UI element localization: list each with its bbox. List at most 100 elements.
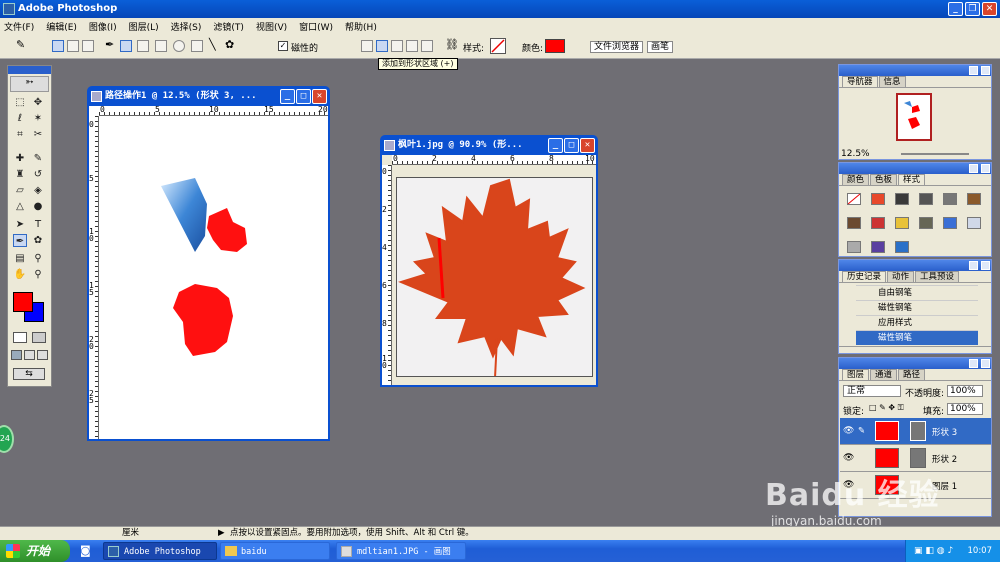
navigator-zoom-slider[interactable] xyxy=(901,153,969,155)
floating-badge[interactable]: 24 xyxy=(0,425,14,453)
tab-paths[interactable]: 路径 xyxy=(898,369,926,380)
healing-brush-icon[interactable]: ✚ xyxy=(13,152,27,165)
red-shape-bottom[interactable] xyxy=(173,284,233,356)
file-browser-tab[interactable]: 文件浏览器 xyxy=(590,41,644,53)
history-brush-icon[interactable]: ↺ xyxy=(31,168,45,181)
pen-icon[interactable]: ✒ xyxy=(105,38,117,51)
tray-icons[interactable]: ▣ ◧ ◍ ♪ xyxy=(914,540,953,562)
style-swatch[interactable] xyxy=(895,193,909,205)
move-tool-icon[interactable]: ✥ xyxy=(31,96,45,109)
shape-layers-button[interactable] xyxy=(52,40,64,52)
panel-minimize-icon[interactable] xyxy=(969,261,978,270)
minimize-button[interactable]: _ xyxy=(948,2,963,16)
rectangle-tool-button[interactable] xyxy=(137,40,149,52)
crop-tool-icon[interactable]: ⌗ xyxy=(13,128,27,141)
hand-tool-icon[interactable]: ✋ xyxy=(13,268,27,281)
history-item-selected[interactable]: 磁性钢笔 xyxy=(856,330,978,345)
style-swatch[interactable] xyxy=(919,193,933,205)
pen-tool-icon[interactable]: ✒ xyxy=(13,234,27,247)
layer-row-shape3[interactable]: 👁 ✎ 形状 3 xyxy=(840,418,991,445)
panel-close-icon[interactable] xyxy=(981,66,990,75)
line-tool-icon[interactable]: ╲ xyxy=(209,38,221,51)
history-panel-header[interactable] xyxy=(839,260,991,271)
taskbar-item-photoshop[interactable]: Adobe Photoshop xyxy=(103,542,217,560)
ellipse-tool-button[interactable] xyxy=(173,40,185,52)
brush-tool-icon[interactable]: ✎ xyxy=(31,152,45,165)
magic-wand-icon[interactable]: ✶ xyxy=(31,112,45,125)
tab-history[interactable]: 历史记录 xyxy=(842,271,887,282)
panel-close-icon[interactable] xyxy=(981,261,990,270)
blend-mode-select[interactable]: 正常 xyxy=(843,385,901,397)
layer-row-shape2[interactable]: 👁 形状 2 xyxy=(840,445,991,472)
style-swatch[interactable] xyxy=(847,217,861,229)
zoom-tool-icon[interactable]: ⚲ xyxy=(31,268,45,281)
doc2-minimize-button[interactable]: _ xyxy=(548,138,563,153)
menu-select[interactable]: 选择(S) xyxy=(171,20,202,33)
navigator-panel-header[interactable] xyxy=(839,65,991,76)
history-item[interactable]: 磁性钢笔 xyxy=(856,300,978,315)
panel-close-icon[interactable] xyxy=(981,164,990,173)
style-swatch[interactable] xyxy=(871,193,885,205)
intersect-shape-area-button[interactable] xyxy=(406,40,418,52)
menu-view[interactable]: 视图(V) xyxy=(256,20,287,33)
subtract-shape-area-button[interactable] xyxy=(391,40,403,52)
add-shape-area-button[interactable] xyxy=(376,40,388,52)
style-picker[interactable] xyxy=(490,38,506,54)
tab-tool-presets[interactable]: 工具预设 xyxy=(915,271,960,282)
style-swatch[interactable] xyxy=(847,241,861,253)
style-swatch[interactable] xyxy=(943,217,957,229)
screen-mode-3-button[interactable] xyxy=(37,350,48,360)
taskbar-item-baidu[interactable]: baidu xyxy=(220,542,330,560)
screen-mode-2-button[interactable] xyxy=(24,350,35,360)
marquee-tool-icon[interactable]: ⬚ xyxy=(13,96,27,109)
eyedropper-icon[interactable]: ⚲ xyxy=(31,252,45,265)
foreground-color-swatch[interactable] xyxy=(13,292,33,312)
stamp-tool-icon[interactable]: ♜ xyxy=(13,168,27,181)
panel-minimize-icon[interactable] xyxy=(969,359,978,368)
history-item[interactable]: 自由钢笔 xyxy=(856,285,978,300)
style-swatch[interactable] xyxy=(871,241,885,253)
panel-close-icon[interactable] xyxy=(981,359,990,368)
opacity-input[interactable]: 100% xyxy=(947,385,983,397)
menu-layer[interactable]: 图层(L) xyxy=(129,20,159,33)
style-swatch[interactable] xyxy=(967,217,981,229)
status-arrow-icon[interactable]: ▶ xyxy=(218,527,225,540)
tab-styles[interactable]: 样式 xyxy=(898,174,926,185)
tab-channels[interactable]: 通道 xyxy=(870,369,898,380)
menu-window[interactable]: 窗口(W) xyxy=(299,20,333,33)
tab-info[interactable]: 信息 xyxy=(878,76,906,87)
brushes-tab[interactable]: 画笔 xyxy=(647,41,674,53)
custom-shape-icon[interactable]: ✿ xyxy=(225,38,237,51)
panel-minimize-icon[interactable] xyxy=(969,66,978,75)
tab-layers[interactable]: 图层 xyxy=(842,369,870,380)
paint-bucket-icon[interactable]: ◈ xyxy=(31,184,45,197)
styles-panel-header[interactable] xyxy=(839,163,991,174)
polygon-tool-button[interactable] xyxy=(191,40,203,52)
panel-minimize-icon[interactable] xyxy=(969,164,978,173)
doc1-minimize-button[interactable]: _ xyxy=(280,89,295,104)
menu-file[interactable]: 文件(F) xyxy=(4,20,34,33)
jump-to-imageready-icon[interactable]: ⇆ xyxy=(13,368,45,380)
lasso-tool-icon[interactable]: ℓ xyxy=(13,112,27,125)
style-swatch[interactable] xyxy=(919,217,933,229)
pen-tool-preset-icon[interactable]: ✎ xyxy=(16,38,28,51)
tab-color[interactable]: 颜色 xyxy=(842,174,870,185)
style-swatch[interactable] xyxy=(895,241,909,253)
menu-edit[interactable]: 编辑(E) xyxy=(46,20,77,33)
style-swatch[interactable] xyxy=(967,193,981,205)
history-item[interactable]: 应用样式 xyxy=(856,315,978,330)
style-swatch[interactable] xyxy=(847,193,861,205)
menu-image[interactable]: 图像(I) xyxy=(89,20,117,33)
quickmask-mode-button[interactable] xyxy=(32,332,46,343)
navigator-zoom[interactable]: 12.5% xyxy=(841,149,870,159)
fill-input[interactable]: 100% xyxy=(947,403,983,415)
eye-icon[interactable]: 👁 xyxy=(843,426,854,436)
start-button[interactable]: 开始 xyxy=(0,540,70,562)
restore-button[interactable]: ❐ xyxy=(965,2,980,16)
doc2-close-button[interactable]: ✕ xyxy=(580,138,595,153)
layer-name[interactable]: 形状 2 xyxy=(932,453,957,465)
style-swatch[interactable] xyxy=(943,193,957,205)
menu-help[interactable]: 帮助(H) xyxy=(345,20,377,33)
quicklaunch-icon[interactable]: ◙ xyxy=(80,544,91,557)
layers-panel-header[interactable] xyxy=(839,358,991,369)
